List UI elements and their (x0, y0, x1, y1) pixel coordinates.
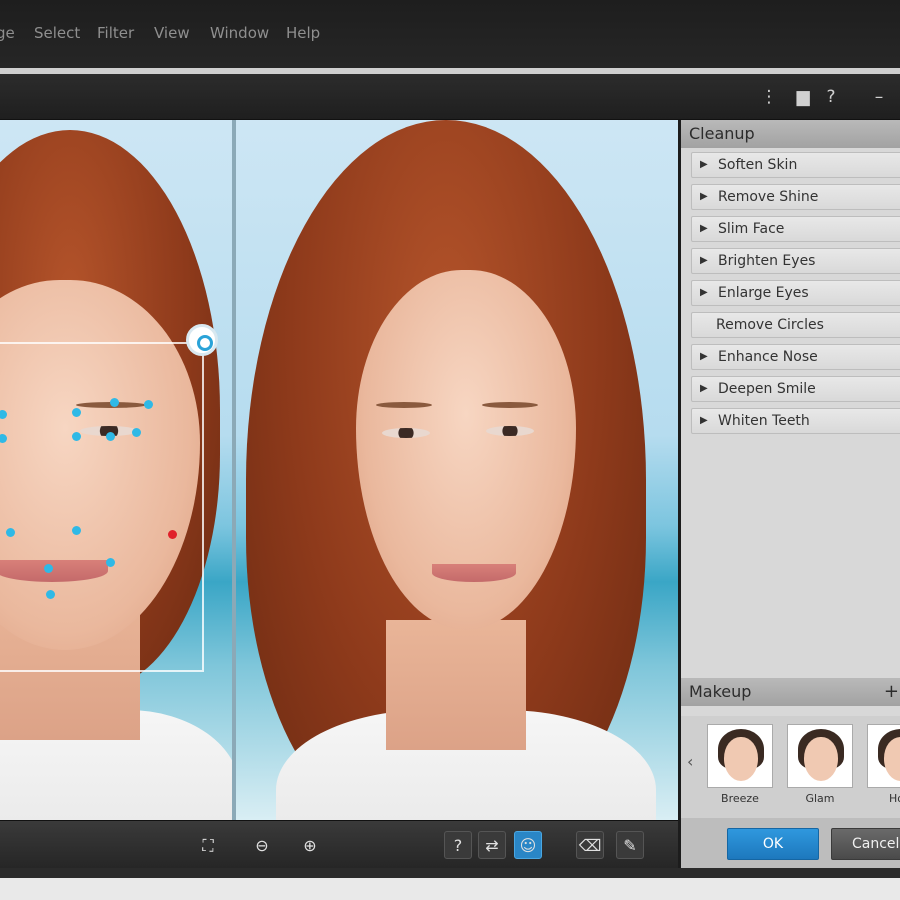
face-selection-box[interactable] (0, 342, 204, 672)
eye (486, 426, 534, 436)
before-photo (0, 120, 232, 820)
cleanup-item-label: Remove Circles (716, 317, 824, 333)
makeup-title: Makeup (689, 682, 752, 701)
makeup-preset-hon[interactable] (867, 724, 900, 788)
landmark-point[interactable] (6, 528, 15, 537)
zoom-in-icon[interactable]: ⊕ (296, 831, 324, 859)
cleanup-item-label: Enlarge Eyes (718, 285, 809, 301)
zoom-out-icon[interactable]: ⊖ (248, 831, 276, 859)
landmark-point[interactable] (72, 526, 81, 535)
menu-window[interactable]: Window (210, 24, 269, 42)
face-detect-icon[interactable]: ☺ (514, 831, 542, 859)
compare-icon[interactable]: ⇄ (478, 831, 506, 859)
expand-arrow-icon: ▶ (700, 287, 708, 298)
chat-icon[interactable]: ▆ (792, 86, 814, 108)
cleanup-item-label: Brighten Eyes (718, 253, 816, 269)
right-panel: Cleanup ▶ Soften Skin ▶ Remove Shine ▶ S… (678, 120, 900, 868)
landmark-point[interactable] (144, 400, 153, 409)
cleanup-item-remove-shine[interactable]: ▶ Remove Shine (691, 184, 900, 210)
cleanup-item-label: Whiten Teeth (718, 413, 810, 429)
eraser-icon[interactable]: ⌫ (576, 831, 604, 859)
canvas-toolbar: ⛶ ⊖ ⊕ ? ⇄ ☺ ⌫ ✎ (0, 820, 678, 868)
cleanup-item-label: Soften Skin (718, 157, 798, 173)
image-canvas[interactable]: ⛶ ⊖ ⊕ ? ⇄ ☺ ⌫ ✎ (0, 120, 678, 868)
rotate-handle-icon[interactable] (186, 324, 218, 356)
minimize-icon[interactable]: – (868, 86, 890, 108)
cleanup-item-enlarge-eyes[interactable]: ▶ Enlarge Eyes (691, 280, 900, 306)
expand-arrow-icon: ▶ (700, 351, 708, 362)
cleanup-item-slim-face[interactable]: ▶ Slim Face (691, 216, 900, 242)
expand-arrow-icon: ▶ (700, 159, 708, 170)
neck-shape (386, 620, 526, 750)
landmark-point[interactable] (132, 428, 141, 437)
cleanup-item-label: Enhance Nose (718, 349, 818, 365)
help-icon[interactable]: ? (444, 831, 472, 859)
makeup-preset-breeze[interactable] (707, 724, 773, 788)
landmark-point[interactable] (106, 432, 115, 441)
preset-label: Hon (889, 792, 900, 805)
preset-thumbnail-face (804, 737, 838, 781)
landmark-point-alert[interactable] (168, 530, 177, 539)
menu-view[interactable]: View (154, 24, 190, 42)
cleanup-item-whiten-teeth[interactable]: ▶ Whiten Teeth (691, 408, 900, 434)
cleanup-title: Cleanup (689, 124, 755, 143)
ok-button[interactable]: OK (727, 828, 819, 860)
cleanup-item-label: Deepen Smile (718, 381, 816, 397)
cleanup-item-deepen-smile[interactable]: ▶ Deepen Smile (691, 376, 900, 402)
landmark-point[interactable] (72, 432, 81, 441)
landmark-point[interactable] (106, 558, 115, 567)
preset-thumbnail-face (724, 737, 758, 781)
menu-help[interactable]: Help (286, 24, 320, 42)
fit-screen-icon[interactable]: ⛶ (194, 831, 222, 859)
landmark-point[interactable] (72, 408, 81, 417)
eyebrow (376, 402, 432, 408)
menu-select[interactable]: Select (34, 24, 80, 42)
eyebrow (482, 402, 538, 408)
brush-icon[interactable]: ✎ (616, 831, 644, 859)
cleanup-header[interactable]: Cleanup (681, 120, 900, 148)
panel-icon[interactable]: ⋮ (758, 86, 780, 108)
cleanup-item-soften-skin[interactable]: ▶ Soften Skin (691, 152, 900, 178)
landmark-point[interactable] (110, 398, 119, 407)
menu-bar: ge Select Filter View Window Help (0, 0, 900, 68)
makeup-header[interactable]: Makeup + (681, 678, 900, 706)
cleanup-item-brighten-eyes[interactable]: ▶ Brighten Eyes (691, 248, 900, 274)
makeup-presets: ‹ Breeze Glam Hon (681, 716, 900, 818)
landmark-point[interactable] (44, 564, 53, 573)
dialog-footer: OK Cancel (681, 818, 900, 868)
eye (382, 428, 430, 438)
expand-arrow-icon: ▶ (700, 255, 708, 266)
cleanup-item-remove-circles[interactable]: Remove Circles (691, 312, 900, 338)
lips (432, 564, 516, 582)
after-photo (236, 120, 678, 820)
expand-arrow-icon: ▶ (700, 383, 708, 394)
photo-editor-window: ge Select Filter View Window Help ⋮ ▆ ? … (0, 0, 900, 878)
cleanup-item-enhance-nose[interactable]: ▶ Enhance Nose (691, 344, 900, 370)
scroll-left-icon[interactable]: ‹ (687, 752, 693, 771)
menu-filter[interactable]: Filter (97, 24, 134, 42)
makeup-preset-glam[interactable] (787, 724, 853, 788)
expand-arrow-icon: ▶ (700, 223, 708, 234)
landmark-point[interactable] (46, 590, 55, 599)
dialog-title-bar: ⋮ ▆ ? – (0, 74, 900, 120)
expand-arrow-icon: ▶ (700, 415, 708, 426)
preset-label: Breeze (721, 792, 759, 805)
cancel-button[interactable]: Cancel (831, 828, 900, 860)
cleanup-item-label: Slim Face (718, 221, 785, 237)
cleanup-item-label: Remove Shine (718, 189, 819, 205)
expand-arrow-icon: ▶ (700, 191, 708, 202)
add-makeup-icon[interactable]: + (884, 678, 899, 706)
preset-label: Glam (805, 792, 835, 805)
help-icon[interactable]: ? (820, 86, 842, 108)
menu-image[interactable]: ge (0, 24, 15, 42)
